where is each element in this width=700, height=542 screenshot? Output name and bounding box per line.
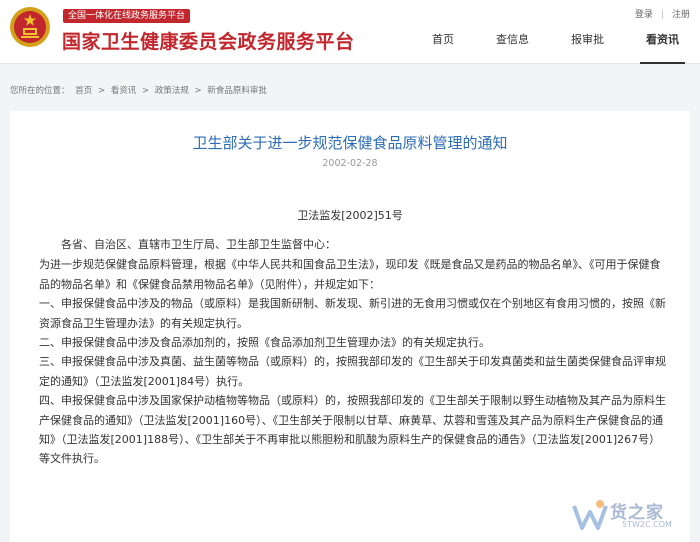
watermark: 货之家 5TW2C.COM <box>570 494 696 538</box>
nav-check-info[interactable]: 查信息 <box>496 28 529 64</box>
breadcrumb-item-home[interactable]: 首页 <box>75 86 92 96</box>
article-paragraph: 为进一步规范保健食品原料管理，根据《中华人民共和国食品卫生法》，现印发《既是食品… <box>39 258 661 291</box>
breadcrumb-item-current[interactable]: 新食品原料审批 <box>207 86 267 96</box>
platform-badge: 全国一体化在线政务服务平台 <box>63 9 191 23</box>
document-number: 卫法监发[2002]51号 <box>297 209 403 222</box>
login-link[interactable]: 登录 <box>635 10 653 20</box>
breadcrumb: 您所在的位置： 首页 > 看资讯 > 政策法规 > 新食品原料审批 <box>10 84 270 96</box>
article-addressee: 各省、自治区、直辖市卫生厅局、卫生部卫生监督中心： <box>61 238 336 251</box>
nav-apply-approval[interactable]: 报审批 <box>571 28 604 64</box>
link-divider: | <box>660 10 664 20</box>
breadcrumb-item-news[interactable]: 看资讯 <box>111 86 137 96</box>
article-body: 各省、自治区、直辖市卫生厅局、卫生部卫生监督中心： 为进一步规范保健食品原料管理… <box>39 235 671 469</box>
register-link[interactable]: 注册 <box>672 10 690 20</box>
article-title: 卫生部关于进一步规范保健食品原料管理的通知 <box>192 134 508 152</box>
main-nav: 首页 查信息 报审批 看资讯 <box>411 28 700 64</box>
watermark-logo-icon <box>572 500 608 530</box>
article-date: 2002-02-28 <box>322 158 378 169</box>
article-paragraph: 二、申报保健食品中涉及食品添加剂的，按照《食品添加剂卫生管理办法》的有关规定执行… <box>39 336 490 350</box>
watermark-subtext: 5TW2C.COM <box>622 520 672 529</box>
breadcrumb-separator: > <box>141 86 150 96</box>
article-paragraph: 四、申报保健食品中涉及国家保护动植物等物品（或原料）的，按照我部印发的《卫生部关… <box>39 394 666 466</box>
breadcrumb-separator: > <box>97 86 106 96</box>
national-emblem-icon[interactable] <box>8 5 52 49</box>
account-links: 登录 | 注册 <box>635 7 690 20</box>
breadcrumb-item-policy[interactable]: 政策法规 <box>155 86 189 96</box>
article-paragraph: 三、申报保健食品中涉及真菌、益生菌等物品（或原料）的，按照我部印发的《卫生部关于… <box>39 355 666 388</box>
breadcrumb-prefix: 您所在的位置： <box>10 86 70 96</box>
article-panel: 卫生部关于进一步规范保健食品原料管理的通知 2002-02-28 卫法监发[20… <box>10 111 690 542</box>
nav-news[interactable]: 看资讯 <box>640 28 685 64</box>
article-paragraph: 一、申报保健食品中涉及的物品（或原料）是我国新研制、新发现、新引进的无食用习惯或… <box>39 297 666 330</box>
breadcrumb-separator: > <box>194 86 202 96</box>
site-header: 全国一体化在线政务服务平台 国家卫生健康委员会政务服务平台 登录 | 注册 首页 查… <box>0 0 700 64</box>
nav-home[interactable]: 首页 <box>432 28 454 64</box>
site-title[interactable]: 国家卫生健康委员会政务服务平台 <box>62 27 355 54</box>
